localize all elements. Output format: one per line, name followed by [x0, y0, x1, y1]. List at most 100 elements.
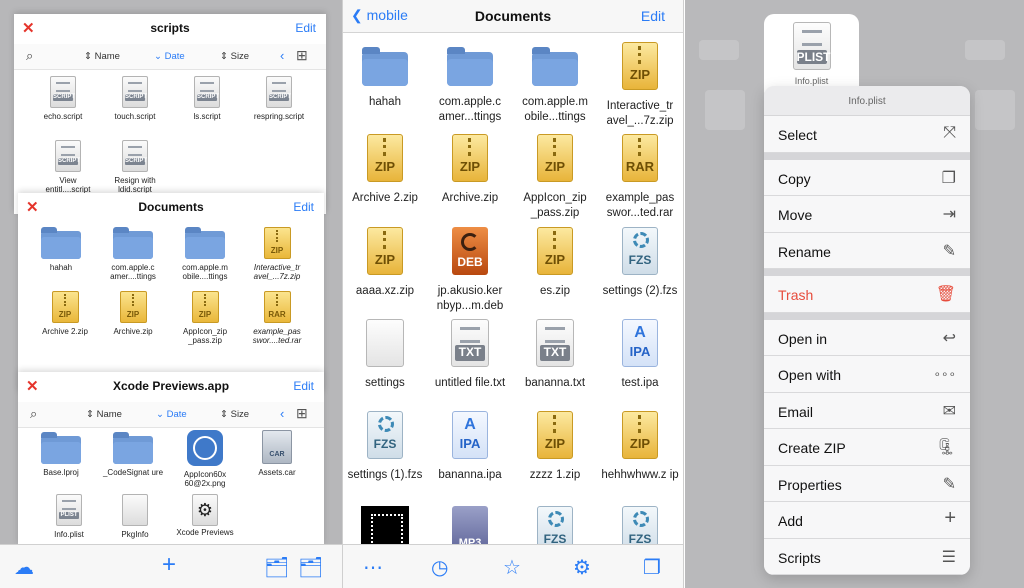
sort-name[interactable]: ⇕ Name	[86, 409, 122, 420]
menu-item-copy[interactable]: Copy ❐	[764, 159, 970, 196]
file-item[interactable]: com.apple.m obile...ttings	[513, 42, 597, 125]
file-item[interactable]: ZIP Interactive_tr avel_...7z.zip	[598, 42, 682, 129]
script-list-icon: ☰	[941, 548, 956, 566]
sort-name[interactable]: ⇕ Name	[84, 51, 120, 62]
file-item[interactable]: A IPA test.ipa	[598, 319, 682, 391]
file-item[interactable]: PkgInfo	[102, 494, 168, 539]
file-item[interactable]: A IPA bananna.ipa	[428, 411, 512, 483]
script-icon: SCRIPT	[50, 76, 76, 108]
card-documents[interactable]: ✕ Documents Edit hahah com.apple.c amer.…	[18, 193, 324, 393]
file-item[interactable]: PLIST Info.plist	[36, 494, 102, 539]
plus-icon: +	[944, 507, 956, 529]
menu-item-add[interactable]: Add +	[764, 502, 970, 539]
downloads-icon[interactable]: ⋯	[363, 555, 383, 580]
chevron-left-icon[interactable]: ‹	[280, 406, 284, 421]
file-item[interactable]: ZIP zzzz 1.zip	[513, 411, 597, 483]
file-item[interactable]: AppIcon60x 60@2x.png	[172, 430, 238, 489]
menu-item-open-with[interactable]: Open with ∘∘∘	[764, 356, 970, 393]
file-item[interactable]: ZIP Archive 2.zip	[343, 134, 427, 206]
grid-view-icon[interactable]: ⊞	[296, 405, 308, 422]
close-icon[interactable]: ✕	[26, 377, 39, 395]
file-item[interactable]: SCRIPT View entitl....script	[36, 140, 100, 195]
ipa-icon: A IPA	[622, 319, 658, 367]
menu-item-open-in[interactable]: Open in ↩	[764, 319, 970, 356]
sort-size[interactable]: ⇕ Size	[220, 51, 249, 62]
file-item[interactable]: ZIP aaaa.xz.zip	[343, 227, 427, 299]
menu-item-trash[interactable]: Trash 🗑	[764, 276, 970, 313]
folder-icon	[362, 47, 408, 86]
rar-icon: RAR	[263, 291, 291, 323]
file-item[interactable]: TXT bananna.txt	[513, 319, 597, 391]
zip-icon: ZIP	[367, 134, 403, 182]
favorites-star-icon[interactable]: ☆	[503, 555, 521, 580]
file-item[interactable]: ZIP AppIcon_zip _pass.zip	[172, 291, 238, 346]
close-icon[interactable]: ✕	[22, 19, 35, 37]
search-icon[interactable]: ⌕	[26, 48, 33, 64]
file-item[interactable]: com.apple.m obile....ttings	[172, 227, 238, 282]
file-item[interactable]: hahah	[343, 42, 427, 110]
file-item[interactable]: SCRIPT touch.script	[102, 76, 168, 121]
file-item[interactable]: settings	[343, 319, 427, 391]
grid-view-icon[interactable]: ⊞	[296, 47, 308, 64]
sort-size[interactable]: ⇕ Size	[220, 409, 249, 420]
history-icon[interactable]: ◷	[431, 555, 448, 580]
edit-button[interactable]: Edit	[295, 21, 316, 35]
menu-item-properties[interactable]: Properties ✎	[764, 465, 970, 502]
edit-button[interactable]: Edit	[293, 200, 314, 214]
sort-date[interactable]: ⌄ Date	[154, 51, 185, 62]
search-icon[interactable]: ⌕	[30, 406, 37, 422]
chevron-left-icon[interactable]: ‹	[280, 48, 284, 63]
sort-date[interactable]: ⌄ Date	[156, 409, 187, 420]
menu-item-email[interactable]: Email ✉	[764, 392, 970, 429]
file-item[interactable]: com.apple.c amer...ttings	[428, 42, 512, 125]
file-item[interactable]: ZIP Interactive_tr avel_...7z.zip	[244, 227, 310, 282]
menu-item-scripts[interactable]: Scripts ☰	[764, 538, 970, 575]
card-xcode-previews[interactable]: ✕ Xcode Previews.app Edit ⌕ ⇕ Name ⌄ Dat…	[18, 372, 324, 546]
cloud-icon[interactable]: ☁	[14, 555, 34, 580]
tabs-icon[interactable]: ❐	[643, 555, 661, 580]
file-item[interactable]: ZIP es.zip	[513, 227, 597, 299]
file-item[interactable]: hahah	[28, 227, 94, 272]
menu-item-select[interactable]: Select ⤧	[764, 116, 970, 153]
file-item[interactable]: SCRIPT echo.script	[30, 76, 96, 121]
zip-icon: ZIP	[191, 291, 219, 323]
fzs-icon: FZS	[622, 227, 658, 275]
close-icon[interactable]: ✕	[26, 198, 39, 216]
file-item[interactable]: ZIP Archive 2.zip	[32, 291, 98, 336]
folder-user-icon[interactable]: 🗂	[264, 555, 289, 580]
menu-item-rename[interactable]: Rename ✎	[764, 232, 970, 269]
rename-pencil-icon: ✎	[942, 242, 956, 260]
file-item[interactable]: FZS settings (1).fzs	[343, 411, 427, 483]
file-item[interactable]: SCRIPT Resign with ldid.script	[102, 140, 168, 195]
file-item[interactable]: _CodeSignat ure	[100, 432, 166, 477]
file-item[interactable]: ZIP AppIcon_zip _pass.zip	[513, 134, 597, 221]
file-item[interactable]: FZS settings (2).fzs	[598, 227, 682, 299]
file-item[interactable]: TXT untitled file.txt	[428, 319, 512, 391]
file-item[interactable]: SCRIPT ls.script	[174, 76, 240, 121]
zip-icon: ZIP	[537, 227, 573, 275]
menu-item-move[interactable]: Move ⇥	[764, 196, 970, 233]
file-item[interactable]: RAR example_pas swor...ted.rar	[598, 134, 682, 221]
file-item[interactable]: Base.lproj	[28, 432, 94, 477]
file-item[interactable]: ZIP Archive.zip	[100, 291, 166, 336]
file-item[interactable]: RAR example_pas swor....ted.rar	[244, 291, 310, 346]
settings-gear-icon[interactable]: ⚙	[573, 555, 591, 580]
menu-title: Info.plist	[764, 86, 970, 116]
add-button[interactable]: +	[162, 551, 176, 579]
zip-icon: ZIP	[537, 411, 573, 459]
file-item[interactable]: DEB jp.akusio.ker nbyp...m.deb	[428, 227, 512, 314]
folder-music-icon[interactable]: 🗂	[298, 555, 323, 580]
file-item[interactable]: CAR Assets.car	[244, 430, 310, 477]
zip-icon: ZIP	[537, 134, 573, 182]
edit-button[interactable]: Edit	[641, 8, 665, 24]
file-item[interactable]: ⚙ Xcode Previews	[172, 494, 238, 537]
file-item[interactable]: ZIP hehhwhww.z ip	[598, 411, 682, 483]
file-item[interactable]: ZIP Archive.zip	[428, 134, 512, 206]
menu-item-create-zip[interactable]: Create ZIP 🗜	[764, 429, 970, 466]
card-scripts[interactable]: ✕ scripts Edit ⌕ ⇕ Name ⌄ Date ⇕ Size ‹ …	[14, 14, 326, 214]
file-item[interactable]: com.apple.c amer....ttings	[100, 227, 166, 282]
text-file-icon: TXT	[536, 319, 574, 367]
script-icon: SCRIPT	[55, 140, 81, 172]
file-item[interactable]: SCRIPT respring.script	[246, 76, 312, 121]
edit-button[interactable]: Edit	[293, 379, 314, 393]
